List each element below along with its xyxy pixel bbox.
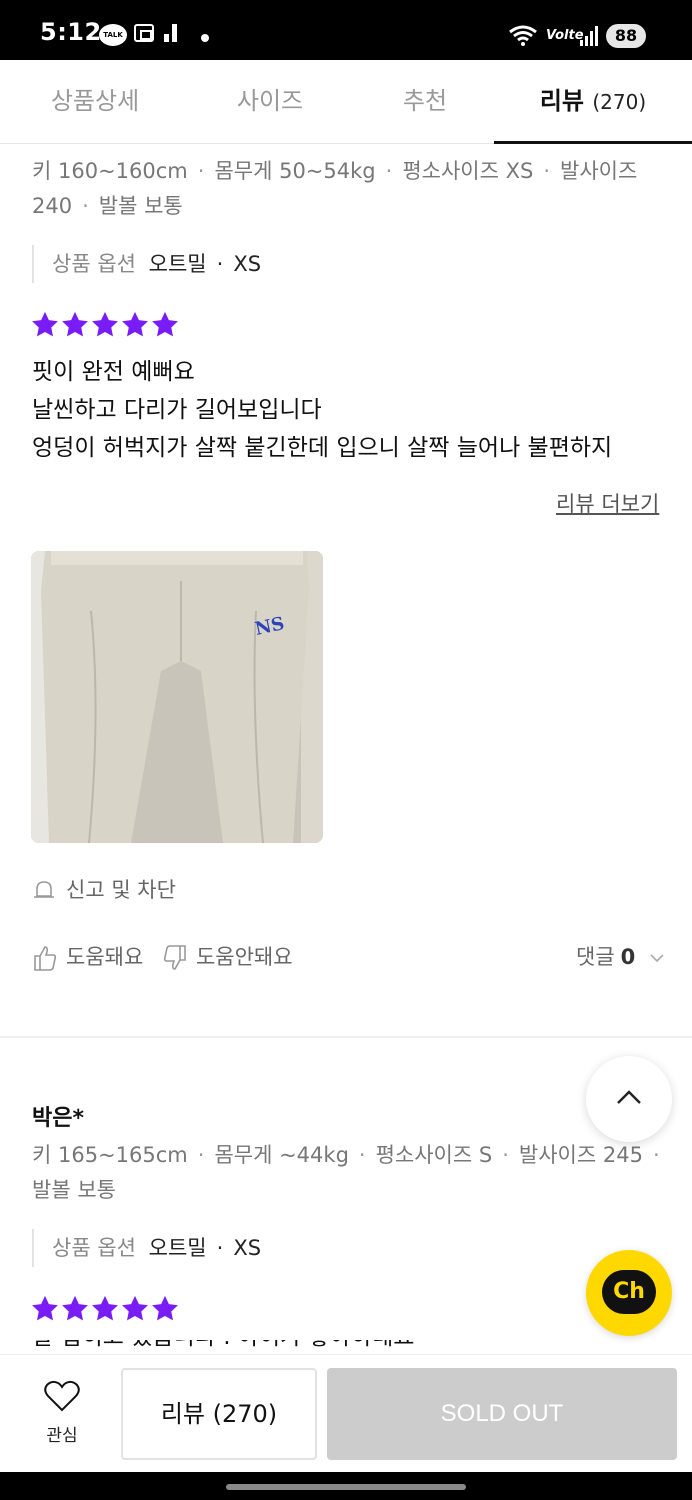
tab-label: 리뷰 [539, 87, 585, 115]
tab-label: 사이즈 [236, 87, 304, 115]
scroll-to-top-button[interactable] [586, 1056, 672, 1142]
review-line: 날씬하고 다리가 길어보입니다 [32, 397, 322, 423]
weight-info: 몸무게 50~54kg [214, 159, 376, 183]
wishlist-button[interactable]: 관심 [30, 1379, 94, 1446]
helpful-row: 도움돼요 도움안돼요 [32, 940, 305, 974]
more-notifications-dot-icon [201, 34, 209, 42]
usual-size-info: 평소사이즈 XS [402, 159, 534, 183]
reviewer-body-info: 키 165~165cm · 몸무게 ~44kg · 평소사이즈 S · 발사이즈 245 ·발… [32, 1143, 660, 1202]
review-divider [0, 1036, 692, 1038]
review-line: 엉덩이 허벅지가 살짝 붙긴한데 입으니 살짝 늘어나 불편하지 [32, 435, 613, 461]
option-label: 상품 옵션 [52, 252, 136, 276]
foot-width-info: 발볼 보통 [98, 194, 183, 218]
review-more-link[interactable]: 리뷰 더보기 [556, 488, 659, 518]
system-navigation-bar [0, 1472, 692, 1500]
review-button[interactable]: 리뷰 (270) [121, 1368, 317, 1460]
home-gesture-handle[interactable] [226, 1484, 466, 1490]
option-label: 상품 옵션 [52, 1236, 136, 1260]
height-info: 키 165~165cm [32, 1143, 188, 1167]
bell-icon [34, 881, 54, 898]
status-bar: 5:12 TALK Volte 88 [0, 0, 692, 60]
tab-label: 상품상세 [50, 87, 140, 115]
star-icon [60, 310, 90, 340]
star-rating [30, 310, 180, 342]
kakaotalk-notification-icon: TALK [99, 24, 127, 46]
channel-chat-button[interactable]: Ch [586, 1250, 672, 1336]
report-label: 신고 및 차단 [66, 878, 176, 902]
comments-count: 0 [620, 945, 636, 969]
screenshot-icon [134, 24, 154, 42]
helpful-button[interactable]: 도움돼요 [32, 940, 143, 974]
pants-photo-illustration: NS [31, 551, 323, 843]
tab-product-detail[interactable]: 상품상세 [0, 60, 190, 144]
tab-bar: 상품상세 사이즈 추천 리뷰 (270) [0, 60, 692, 144]
product-option: 상품 옵션 오트밀 · XS [32, 1229, 261, 1267]
chevron-up-icon [617, 1090, 641, 1104]
not-helpful-button[interactable]: 도움안돼요 [162, 940, 293, 974]
review-line: 핏이 완전 예뻐요 [32, 359, 195, 385]
review-line: 잘 입히고 있습니다 . 아이가 좋아하네요 [32, 1340, 672, 1354]
comments-toggle[interactable]: 댓글 0 [576, 940, 664, 974]
review-count: (270) [592, 90, 647, 114]
battery-icon: 88 [606, 24, 646, 48]
product-option: 상품 옵션 오트밀 · XS [32, 245, 261, 283]
helpful-label: 도움돼요 [66, 945, 144, 969]
review-text-partial: 잘 입히고 있습니다 . 아이가 좋아하네요 [32, 1340, 672, 1354]
signal-icon [580, 26, 600, 46]
tab-recommend[interactable]: 추천 [330, 60, 520, 144]
status-time: 5:12 [40, 18, 102, 46]
weight-info: 몸무게 ~44kg [214, 1143, 349, 1167]
tab-review[interactable]: 리뷰 (270) [494, 60, 692, 144]
bottom-action-bar: 관심 리뷰 (270) SOLD OUT [0, 1354, 692, 1474]
option-color: 오트밀 [148, 1236, 207, 1260]
height-info: 키 160~160cm [32, 159, 188, 183]
not-helpful-label: 도움안돼요 [195, 945, 293, 969]
usual-size-info: 평소사이즈 S [375, 1143, 493, 1167]
reviewer-name: 박은* [32, 1106, 84, 1131]
reviewer-body-info: 키 160~160cm · 몸무게 50~54kg · 평소사이즈 XS · 발사이즈 24… [32, 159, 638, 218]
report-block-link[interactable]: 신고 및 차단 [32, 874, 176, 906]
volte-icon: Volte [546, 28, 584, 43]
star-icon [150, 310, 180, 340]
star-icon [60, 1294, 90, 1324]
option-size: XS [233, 252, 262, 276]
foot-width-info: 발볼 보통 [32, 1178, 116, 1202]
wishlist-label: 관심 [46, 1426, 78, 1446]
active-tab-indicator [494, 141, 692, 144]
option-size: XS [233, 1236, 262, 1260]
review-photo[interactable]: NS [31, 551, 323, 843]
star-rating [30, 1294, 180, 1326]
star-icon [120, 310, 150, 340]
star-icon [30, 1294, 60, 1324]
review-text: 핏이 완전 예뻐요 날씬하고 다리가 길어보입니다 엉덩이 허벅지가 살짝 붙긴… [32, 353, 672, 467]
heart-icon [44, 1380, 80, 1412]
tab-label: 추천 [402, 87, 448, 115]
foot-size-info: 발사이즈 245 [518, 1143, 643, 1167]
chevron-down-icon [650, 954, 664, 963]
comments-label: 댓글 [576, 945, 615, 969]
thumbs-down-icon [163, 945, 186, 970]
star-icon [120, 1294, 150, 1324]
option-color: 오트밀 [148, 252, 207, 276]
star-icon [90, 1294, 120, 1324]
wifi-icon [509, 25, 537, 46]
star-icon [30, 310, 60, 340]
notification-icon [164, 24, 180, 42]
star-icon [150, 1294, 180, 1324]
channel-chat-icon: Ch [602, 1270, 656, 1314]
star-icon [90, 310, 120, 340]
sold-out-button[interactable]: SOLD OUT [327, 1368, 677, 1460]
thumbs-up-icon [34, 946, 57, 971]
